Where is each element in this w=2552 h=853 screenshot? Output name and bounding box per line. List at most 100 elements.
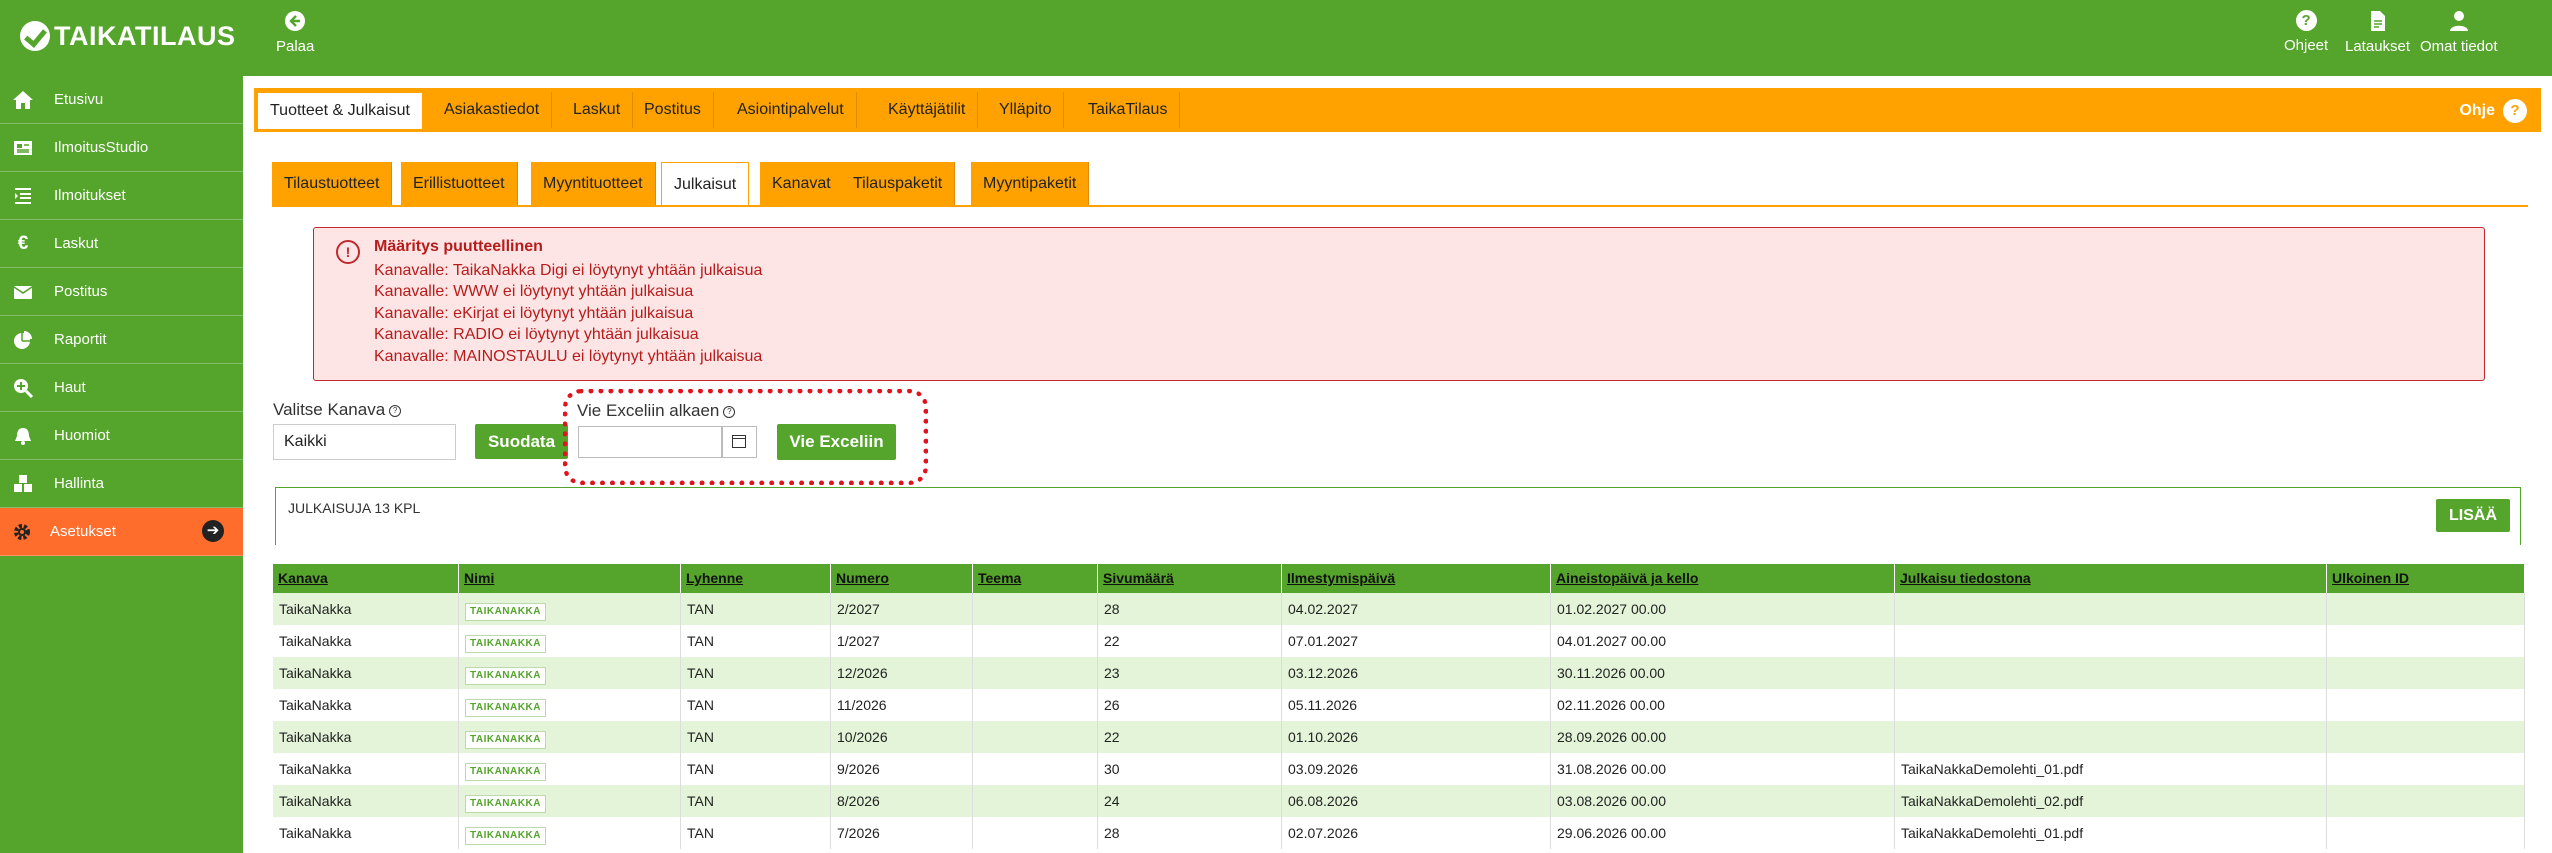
column-header-numero[interactable]: Numero xyxy=(831,564,973,593)
cell-aineistopaiva: 03.08.2026 00.00 xyxy=(1551,785,1895,817)
cell-teema xyxy=(973,721,1098,753)
cell-ilmestymispaiva: 05.11.2026 xyxy=(1282,689,1551,721)
tab-taikatilaus[interactable]: TaikaTilaus xyxy=(1076,92,1181,128)
cell-kanava: TaikaNakka xyxy=(273,817,459,849)
cell-sivumaara: 22 xyxy=(1098,625,1282,657)
back-button[interactable]: Palaa xyxy=(276,10,314,55)
subtab-kanavat[interactable]: Kanavat xyxy=(760,162,844,205)
ohje-help-button[interactable]: Ohje ? xyxy=(2459,99,2527,123)
publication-name-badge: TAIKANAKKA xyxy=(465,635,546,653)
cell-lyhenne: TAN xyxy=(681,785,831,817)
subtab-erillistuotteet[interactable]: Erillistuotteet xyxy=(401,162,518,205)
sidebar-item-hallinta[interactable]: Hallinta xyxy=(0,460,243,508)
sidebar-item-label: Asetukset xyxy=(50,523,116,540)
ohje-label: Ohje xyxy=(2459,102,2495,119)
user-icon xyxy=(2449,11,2468,31)
sidebar-item-haut[interactable]: Haut xyxy=(0,364,243,412)
table-row[interactable]: TaikaNakka TAIKANAKKA TAN 9/2026 30 03.09.202… xyxy=(273,753,2525,785)
tab-kayttajatilit[interactable]: Käyttäjätilit xyxy=(876,92,979,128)
sidebar-item-label: Ilmoitukset xyxy=(54,187,126,204)
table-row[interactable]: TaikaNakka TAIKANAKKA TAN 10/2026 22 01.10.20… xyxy=(273,721,2525,753)
table-row[interactable]: TaikaNakka TAIKANAKKA TAN 7/2026 28 02.07.202… xyxy=(273,817,2525,849)
alert-line: Kanavalle: TaikaNakka Digi ei löytynyt y… xyxy=(374,262,763,279)
sidebar-item-asetukset[interactable]: Asetukset ➔ xyxy=(0,508,243,556)
channel-select[interactable]: Kaikki xyxy=(273,424,456,460)
subtab-tilaustuotteet[interactable]: Tilaustuotteet xyxy=(272,162,393,205)
publication-name-badge: TAIKANAKKA xyxy=(465,731,546,749)
cell-nimi: TAIKANAKKA xyxy=(459,753,681,785)
sidebar-item-label: Hallinta xyxy=(54,475,105,492)
tab-asiointipalvelut[interactable]: Asiointipalvelut xyxy=(725,92,857,128)
cell-nimi: TAIKANAKKA xyxy=(459,593,681,625)
cell-kanava: TaikaNakka xyxy=(273,785,459,817)
publication-name-badge: TAIKANAKKA xyxy=(465,603,546,621)
cell-ilmestymispaiva: 02.07.2026 xyxy=(1282,817,1551,849)
sidebar-item-laskut[interactable]: € Laskut xyxy=(0,220,243,268)
column-header-lyhenne[interactable]: Lyhenne xyxy=(681,564,831,593)
newspaper-icon xyxy=(14,141,32,155)
downloads-label: Lataukset xyxy=(2345,38,2411,55)
profile-button[interactable]: Omat tiedot xyxy=(2420,10,2498,55)
column-header-nimi[interactable]: Nimi xyxy=(459,564,681,593)
cell-teema xyxy=(973,817,1098,849)
app-logo[interactable]: TAIKATILAUS xyxy=(20,18,235,54)
cell-ulkoinen-id xyxy=(2327,721,2525,753)
arrow-right-circle-icon[interactable]: ➔ xyxy=(202,520,224,542)
cell-sivumaara: 26 xyxy=(1098,689,1282,721)
sidebar-item-label: Etusivu xyxy=(54,91,104,108)
cell-ulkoinen-id xyxy=(2327,625,2525,657)
sidebar-item-etusivu[interactable]: Etusivu xyxy=(0,76,243,124)
sidebar-item-raportit[interactable]: Raportit xyxy=(0,316,243,364)
table-row[interactable]: TaikaNakka TAIKANAKKA TAN 11/2026 26 05.11.20… xyxy=(273,689,2525,721)
column-header-ulkoinen-id[interactable]: Ulkoinen ID xyxy=(2327,564,2525,593)
sidebar-item-ilmoitusstudio[interactable]: IlmoitusStudio xyxy=(0,124,243,172)
filter-button[interactable]: Suodata xyxy=(475,424,568,459)
exclamation-circle-icon: ! xyxy=(336,240,360,264)
tab-laskut[interactable]: Laskut xyxy=(561,92,634,128)
list-icon xyxy=(15,188,31,204)
subtab-tilauspaketit[interactable]: Tilauspaketit xyxy=(841,162,956,205)
subtab-myyntituotteet[interactable]: Myyntituotteet xyxy=(531,162,656,205)
column-header-aineistopaiva[interactable]: Aineistopäivä ja kello xyxy=(1551,564,1895,593)
cell-teema xyxy=(973,785,1098,817)
alert-title: Määritys puutteellinen xyxy=(374,238,543,255)
logo-mark-icon xyxy=(20,21,50,51)
cell-kanava: TaikaNakka xyxy=(273,625,459,657)
cell-numero: 2/2027 xyxy=(831,593,973,625)
main-tab-bar: Tuotteet & Julkaisut Asiakastiedot Lasku… xyxy=(254,88,2541,132)
column-header-teema[interactable]: Teema xyxy=(973,564,1098,593)
sidebar-item-ilmoitukset[interactable]: Ilmoitukset xyxy=(0,172,243,220)
sidebar-item-label: Raportit xyxy=(54,331,107,348)
table-row[interactable]: TaikaNakka TAIKANAKKA TAN 2/2027 28 04.02.202… xyxy=(273,593,2525,625)
sidebar-item-postitus[interactable]: Postitus xyxy=(0,268,243,316)
cell-numero: 12/2026 xyxy=(831,657,973,689)
sidebar-item-label: Postitus xyxy=(54,283,108,300)
tab-tuotteet-julkaisut[interactable]: Tuotteet & Julkaisut xyxy=(257,92,423,130)
cell-ulkoinen-id xyxy=(2327,817,2525,849)
tab-asiakastiedot[interactable]: Asiakastiedot xyxy=(432,92,553,128)
cell-ulkoinen-id xyxy=(2327,657,2525,689)
column-header-kanava[interactable]: Kanava xyxy=(273,564,459,593)
cell-teema xyxy=(973,625,1098,657)
subtab-julkaisut[interactable]: Julkaisut xyxy=(661,162,750,207)
table-row[interactable]: TaikaNakka TAIKANAKKA TAN 1/2027 22 07.01.202… xyxy=(273,625,2525,657)
downloads-button[interactable]: Lataukset xyxy=(2345,10,2410,55)
cell-teema xyxy=(973,593,1098,625)
cell-sivumaara: 22 xyxy=(1098,721,1282,753)
column-header-julkaisu-tiedostona[interactable]: Julkaisu tiedostona xyxy=(1895,564,2327,593)
tab-postitus[interactable]: Postitus xyxy=(632,92,714,128)
help-button[interactable]: ? Ohjeet xyxy=(2284,10,2328,54)
question-circle-icon[interactable]: ? xyxy=(389,404,402,417)
cell-aineistopaiva: 04.01.2027 00.00 xyxy=(1551,625,1895,657)
column-header-sivumaara[interactable]: Sivumäärä xyxy=(1098,564,1282,593)
tab-yllapito[interactable]: Ylläpito xyxy=(987,92,1065,128)
cell-numero: 7/2026 xyxy=(831,817,973,849)
subtab-myyntipaketit[interactable]: Myyntipaketit xyxy=(971,162,1090,205)
table-row[interactable]: TaikaNakka TAIKANAKKA TAN 8/2026 24 06.08.202… xyxy=(273,785,2525,817)
add-button[interactable]: LISÄÄ xyxy=(2436,499,2510,532)
table-row[interactable]: TaikaNakka TAIKANAKKA TAN 12/2026 23 03.12.20… xyxy=(273,657,2525,689)
cell-numero: 8/2026 xyxy=(831,785,973,817)
cell-kanava: TaikaNakka xyxy=(273,689,459,721)
column-header-ilmestymispaiva[interactable]: Ilmestymispäivä xyxy=(1282,564,1551,593)
sidebar-item-huomiot[interactable]: Huomiot xyxy=(0,412,243,460)
